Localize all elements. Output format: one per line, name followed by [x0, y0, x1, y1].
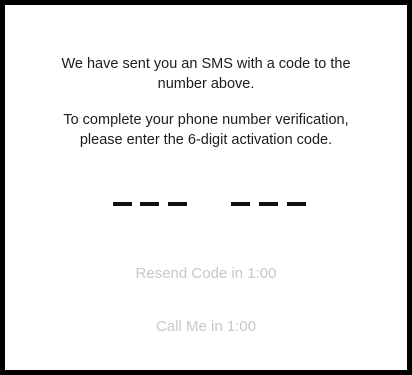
verification-instruction: To complete your phone number verificati…: [5, 110, 407, 150]
code-digit-1[interactable]: [113, 202, 132, 206]
code-digit-2[interactable]: [140, 202, 159, 206]
sms-sent-message-line-1: We have sent you an SMS with a code to t…: [61, 56, 351, 72]
code-digit-4[interactable]: [231, 202, 250, 206]
code-digit-5[interactable]: [259, 202, 278, 206]
sms-sent-message: We have sent you an SMS with a code to t…: [5, 54, 407, 94]
verification-screen: We have sent you an SMS with a code to t…: [5, 5, 407, 370]
resend-code-button[interactable]: Resend Code in 1:00: [5, 264, 407, 284]
call-me-button[interactable]: Call Me in 1:00: [5, 317, 407, 337]
code-digit-3[interactable]: [168, 202, 187, 206]
verification-instruction-line-2: please enter the 6-digit activation code…: [79, 132, 333, 148]
code-digit-6[interactable]: [287, 202, 306, 206]
verification-instruction-line-1: To complete your phone number verificati…: [63, 112, 349, 128]
sms-sent-message-line-2: number above.: [157, 76, 255, 92]
